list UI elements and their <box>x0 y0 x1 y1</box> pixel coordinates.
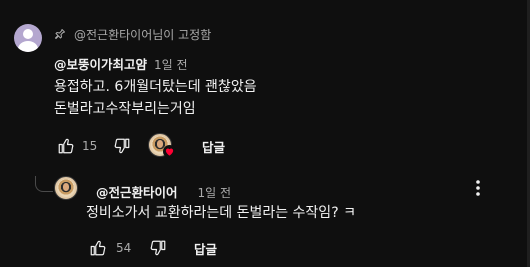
thread-connector <box>35 176 53 192</box>
pin-icon <box>55 29 65 39</box>
comment-author[interactable]: @보뚱이가최고얌 <box>54 54 147 73</box>
reply-time[interactable]: 1일 전 <box>198 184 232 201</box>
reply-actions: 54 답글 <box>86 236 217 260</box>
reply-avatar[interactable] <box>54 176 78 200</box>
thumb-up-icon <box>90 240 106 256</box>
reply-like-button[interactable] <box>86 236 110 260</box>
creator-heart <box>148 133 178 159</box>
pinned-indicator: @전근환타이어님이 고정함 <box>54 26 211 42</box>
reply-header: @전근환타이어 1일 전 <box>96 182 231 201</box>
reply-text: 정비소가서 교환하라는데 돈벌라는 수작임? ㅋ <box>86 205 356 221</box>
comment-text-line: 돈벌라고수작부리는거임 <box>54 101 196 117</box>
like-count: 15 <box>82 139 98 153</box>
reply-menu-button[interactable] <box>466 176 490 200</box>
thumb-down-icon <box>114 138 130 154</box>
reply-button[interactable]: 답글 <box>202 137 225 156</box>
reply-reply-button[interactable]: 답글 <box>194 239 217 258</box>
reply-body: 정비소가서 교환하라는데 돈벌라는 수작임? ㅋ <box>86 202 356 224</box>
more-vert-icon <box>476 180 480 196</box>
reply-like-count: 54 <box>116 241 132 255</box>
thumb-down-icon <box>150 240 166 256</box>
commenter-avatar[interactable] <box>14 24 42 52</box>
thumb-up-icon <box>58 138 74 154</box>
pinned-label: @전근환타이어님이 고정함 <box>74 27 212 42</box>
reply-author[interactable]: @전근환타이어 <box>96 182 178 201</box>
comment-actions: 15 답글 <box>54 133 225 159</box>
comment-body: 용접하고. 6개월더탔는데 괜찮았음 돈벌라고수작부리는거임 <box>54 76 257 120</box>
reply-dislike-button[interactable] <box>146 236 170 260</box>
like-button[interactable] <box>54 134 78 158</box>
comment-text-line: 용접하고. 6개월더탔는데 괜찮았음 <box>54 79 257 95</box>
comment-header: @보뚱이가최고얌 1일 전 <box>54 54 188 73</box>
comment-time[interactable]: 1일 전 <box>154 56 188 73</box>
dislike-button[interactable] <box>110 134 134 158</box>
heart-icon <box>163 145 176 158</box>
